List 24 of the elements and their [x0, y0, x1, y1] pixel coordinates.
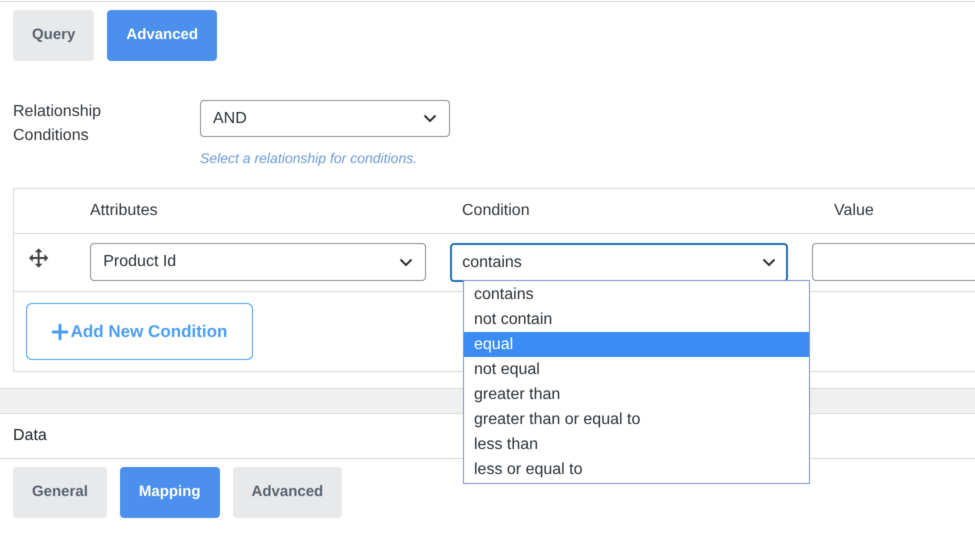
help-text: Select a relationship for conditions. [200, 149, 418, 168]
field-label: Relationship Conditions [13, 102, 102, 146]
column-header: Attributes [90, 201, 159, 221]
tab[interactable]: General [13, 467, 107, 518]
chevron-down-icon [423, 114, 437, 123]
menu-option[interactable]: less or equal to [464, 457, 809, 482]
attribute-select[interactable]: Product Id [90, 243, 426, 281]
section-title: Data [13, 426, 47, 446]
menu-option[interactable]: contains [464, 282, 809, 307]
relationship-select[interactable]: AND [200, 100, 450, 137]
tab[interactable]: Advanced [232, 467, 342, 518]
tab[interactable]: Query [13, 10, 94, 61]
chevron-down-icon [399, 258, 414, 266]
chevron-down-icon [762, 258, 776, 267]
menu-option[interactable]: less than [464, 432, 809, 457]
menu-option[interactable]: greater than [464, 382, 809, 407]
menu-option[interactable]: greater than or equal to [464, 407, 809, 432]
column-header: Condition [462, 201, 531, 221]
menu-option[interactable]: not equal [464, 357, 809, 382]
column-header: Value [834, 201, 874, 221]
value-field[interactable] [812, 243, 975, 281]
plus-icon [52, 324, 68, 340]
menu-option[interactable]: not contain [464, 307, 809, 332]
move-icon[interactable] [28, 247, 50, 269]
